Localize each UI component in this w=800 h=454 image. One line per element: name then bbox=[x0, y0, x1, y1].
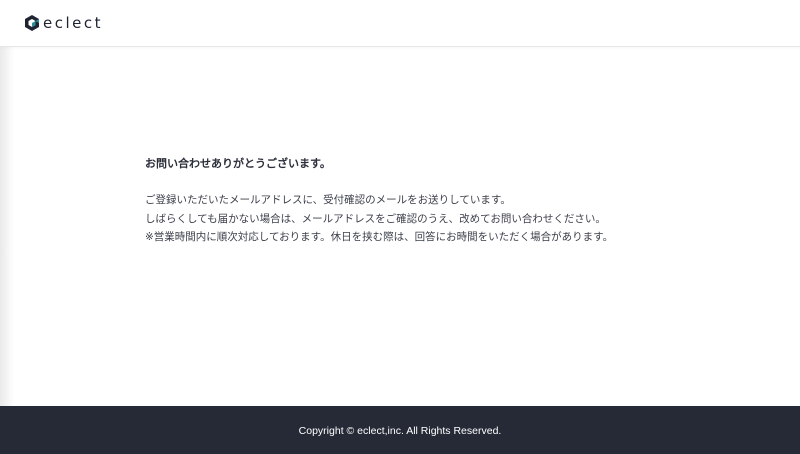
confirmation-message: お問い合わせありがとうございます。 ご登録いただいたメールアドレスに、受付確認の… bbox=[145, 155, 765, 247]
page-title: お問い合わせありがとうございます。 bbox=[145, 157, 331, 170]
site-header: eclect bbox=[0, 0, 800, 47]
logo-wordmark: eclect bbox=[43, 14, 103, 32]
message-line: ※営業時間内に順次対応しております。休日を挟む際は、回答にお時間をいただく場合が… bbox=[145, 231, 614, 243]
cube-logo-icon bbox=[25, 15, 39, 31]
page: eclect お問い合わせありがとうございます。 ご登録いただいたメールアドレス… bbox=[0, 0, 800, 454]
left-edge-shadow bbox=[0, 47, 14, 406]
site-logo[interactable]: eclect bbox=[24, 13, 103, 33]
site-footer: Copyright © eclect,inc. All Rights Reser… bbox=[0, 406, 800, 454]
message-line: しばらくしても届かない場合は、メールアドレスをご確認のうえ、改めてお問い合わせく… bbox=[145, 212, 606, 225]
message-line: ご登録いただいたメールアドレスに、受付確認のメールをお送りしています。 bbox=[145, 194, 511, 206]
copyright-text: Copyright © eclect,inc. All Rights Reser… bbox=[298, 425, 502, 437]
